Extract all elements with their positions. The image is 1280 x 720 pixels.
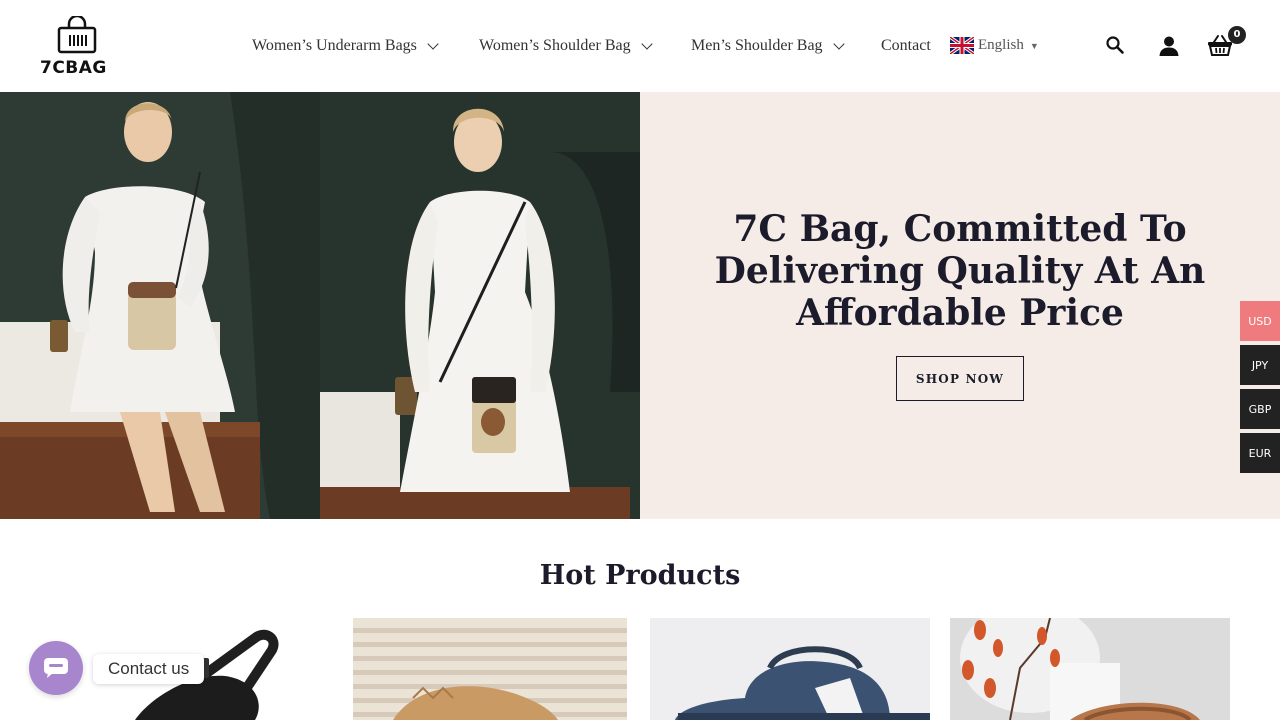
user-icon[interactable] <box>1158 35 1180 57</box>
logo-text: 7CBAG <box>40 58 107 78</box>
nav-item-label: Contact <box>881 37 931 54</box>
chat-bubble-icon <box>44 658 68 678</box>
nav-contact[interactable]: Contact <box>881 37 931 55</box>
chevron-down-icon <box>427 37 439 50</box>
contact-us-label[interactable]: Contact us <box>93 654 205 684</box>
hero-image <box>0 92 640 519</box>
nav-item-label: Men’s Shoulder Bag <box>691 37 823 54</box>
nav-item-label: Women’s Underarm Bags <box>252 37 417 54</box>
chevron-down-icon <box>832 37 845 50</box>
nav-item-label: Women’s Shoulder Bag <box>479 37 631 54</box>
language-label: English <box>978 37 1024 53</box>
nav-mens-shoulder-bag[interactable]: Men’s Shoulder Bag <box>691 37 845 55</box>
contact-us-button[interactable] <box>29 641 83 695</box>
caret-down-icon: ▼ <box>1029 40 1039 51</box>
nav-womens-underarm-bags[interactable]: Women’s Underarm Bags <box>252 37 439 55</box>
chevron-down-icon <box>640 37 653 50</box>
uk-flag-icon <box>950 37 974 54</box>
hero-banner: 7C Bag, Committed To Delivering Quality … <box>0 92 1280 519</box>
hero-text-panel: 7C Bag, Committed To Delivering Quality … <box>640 92 1280 519</box>
currency-usd[interactable]: USD <box>1240 301 1280 341</box>
site-logo[interactable]: 7CBAG <box>38 14 118 78</box>
hot-products-title: Hot Products <box>539 560 741 591</box>
language-selector[interactable]: English ▼ <box>950 37 1039 54</box>
product-card[interactable] <box>950 618 1230 720</box>
cart-count-badge: 0 <box>1228 26 1246 44</box>
product-card[interactable] <box>353 618 627 720</box>
shop-now-button[interactable]: SHOP NOW <box>896 356 1024 401</box>
nav-womens-shoulder-bag[interactable]: Women’s Shoulder Bag <box>479 37 653 55</box>
currency-eur[interactable]: EUR <box>1240 433 1280 473</box>
search-icon[interactable] <box>1105 35 1125 55</box>
hero-photo-model-sitting <box>0 92 320 519</box>
hero-photo-model-standing <box>320 92 640 519</box>
currency-gbp[interactable]: GBP <box>1240 389 1280 429</box>
product-card[interactable] <box>650 618 930 720</box>
shopping-bag-logo-icon <box>57 16 97 54</box>
site-header: 7CBAG Women’s Underarm Bags Women’s Shou… <box>0 0 1280 92</box>
currency-jpy[interactable]: JPY <box>1240 345 1280 385</box>
hero-title: 7C Bag, Committed To Delivering Quality … <box>714 208 1206 334</box>
